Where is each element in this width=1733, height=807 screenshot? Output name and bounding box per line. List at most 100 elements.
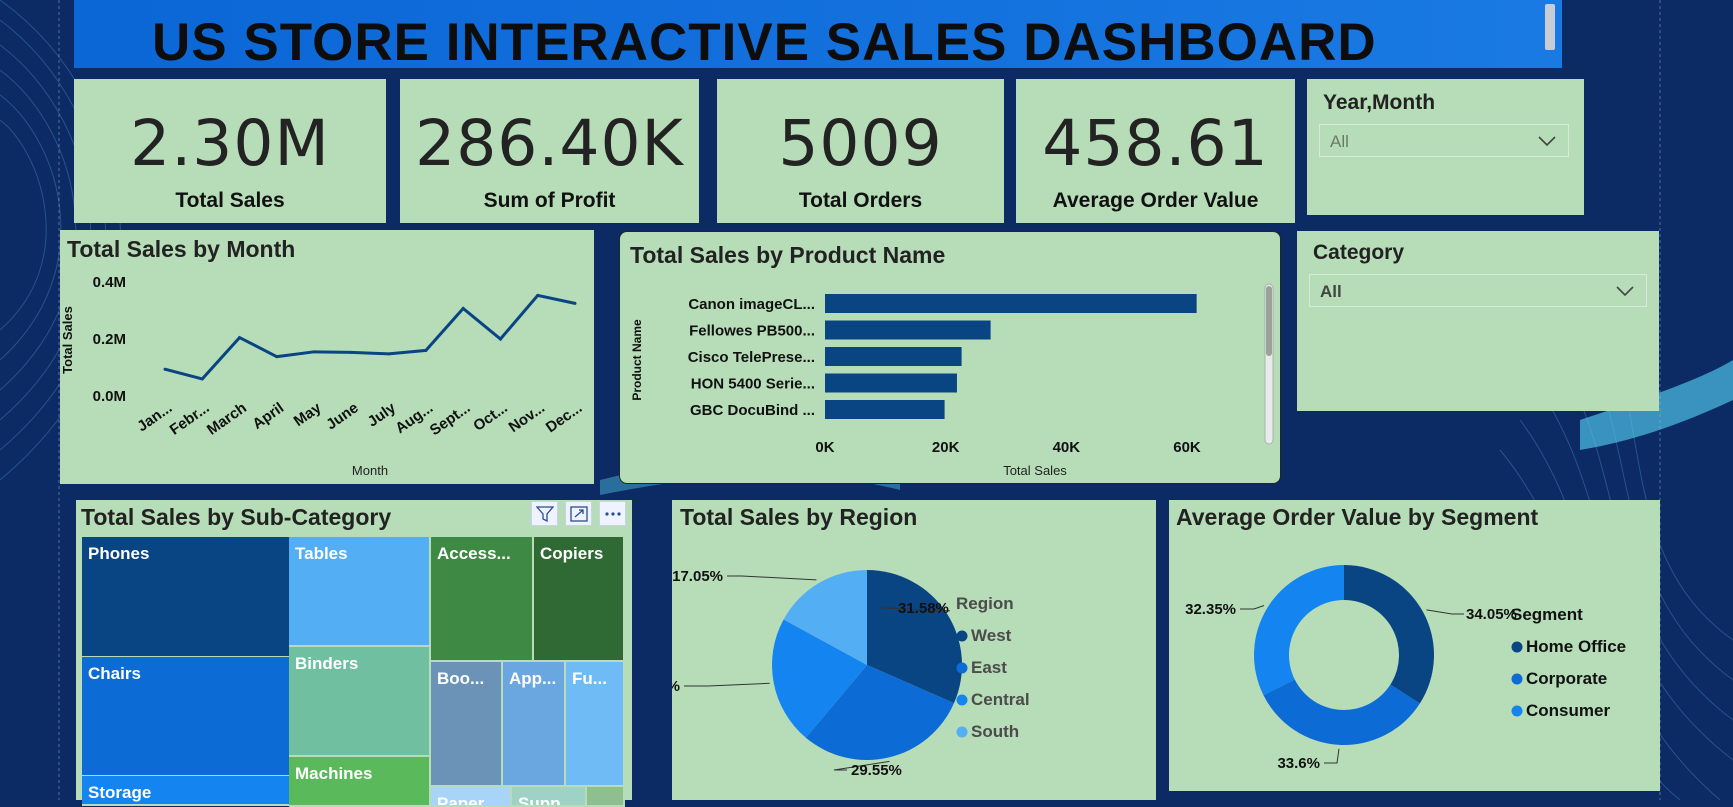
legend-item: Consumer — [1526, 701, 1610, 720]
chart-title: Total Sales by Sub-Category — [81, 504, 392, 530]
treemap-tile[interactable]: App... — [503, 662, 566, 787]
x-axis-label: Month — [352, 463, 388, 478]
x-tick-label: Oct... — [470, 399, 510, 434]
kpi-card-average-order-value[interactable]: 458.61 Average Order Value — [1016, 79, 1295, 223]
data-label: 29.55% — [851, 762, 902, 779]
legend-title: Region — [956, 594, 1014, 613]
legend-item: Corporate — [1526, 669, 1607, 688]
product-bar — [825, 400, 945, 419]
product-bar — [825, 294, 1197, 313]
more-options-icon[interactable] — [599, 501, 626, 526]
x-tick-label: Sept... — [427, 399, 474, 439]
legend-item: South — [971, 722, 1019, 741]
focus-mode-icon[interactable] — [565, 501, 592, 526]
line-point — [349, 350, 353, 354]
x-tick-label: 20K — [932, 439, 960, 456]
legend-marker — [1511, 705, 1523, 717]
leader-line — [1426, 609, 1464, 615]
treemap-tile[interactable]: Access... — [431, 537, 534, 662]
product-bar — [825, 347, 962, 366]
line-point — [498, 337, 502, 341]
y-tick-label: Fellowes PB500... — [689, 323, 815, 340]
category-dropdown[interactable]: All — [1309, 274, 1647, 307]
product-bar — [825, 320, 991, 340]
data-label: 21.82% — [672, 678, 680, 695]
kpi-card-total-orders[interactable]: 5009 Total Orders — [717, 79, 1004, 223]
leader-line — [684, 682, 770, 687]
panel-sales-by-region: Total Sales by Region 31.58%29.55%21.82%… — [672, 500, 1156, 800]
x-axis-label: Total Sales — [1003, 463, 1067, 478]
legend-marker — [956, 662, 968, 674]
bar-chart-sales-by-product[interactable]: Product Name Canon imageCL... Fellowes PB5… — [620, 232, 1282, 485]
dashboard-title: US STORE INTERACTIVE SALES DASHBOARD — [152, 13, 1377, 72]
panel-aov-by-segment: Average Order Value by Segment 34.05% 33.… — [1169, 500, 1660, 791]
kpi-label: Total Sales — [175, 189, 285, 212]
legend-item: West — [971, 626, 1012, 645]
y-tick-label: 0.0M — [93, 388, 126, 405]
treemap-tile[interactable]: Fu... — [566, 662, 625, 787]
treemap-tile[interactable]: Supp... — [512, 787, 587, 807]
kpi-value: 458.61 — [1042, 107, 1269, 180]
leader-line — [727, 575, 817, 581]
legend-marker — [956, 630, 968, 642]
treemap-tile[interactable]: Boo... — [431, 662, 503, 787]
slicer-title: Category — [1313, 241, 1405, 264]
scrollbar-thumb[interactable] — [1545, 4, 1555, 50]
dropdown-value: All — [1320, 282, 1342, 301]
year-month-dropdown[interactable]: All — [1319, 124, 1569, 157]
line-point — [387, 352, 391, 356]
x-tick-label: Dec... — [543, 399, 586, 436]
line-point — [275, 355, 279, 359]
line-point — [200, 377, 204, 381]
line-point — [461, 307, 465, 311]
x-tick-label: 60K — [1173, 439, 1201, 456]
treemap-tile[interactable]: Tables — [289, 537, 431, 647]
y-tick-label: 0.2M — [93, 331, 126, 348]
x-tick-label: May — [291, 399, 325, 430]
data-label: 17.05% — [672, 568, 723, 585]
treemap-tile[interactable]: Paper — [431, 787, 512, 807]
chevron-down-icon — [1616, 286, 1634, 297]
dashboard-title-bar: US STORE INTERACTIVE SALES DASHBOARD — [74, 0, 1562, 72]
line-point — [424, 348, 428, 352]
y-tick-label: Cisco TelePrese... — [688, 349, 815, 366]
treemap-tile[interactable]: Phones — [82, 537, 297, 658]
y-axis-label: Total Sales — [60, 306, 75, 374]
slicer-year-month: Year,Month All — [1307, 79, 1584, 215]
dropdown-value: All — [1330, 132, 1349, 151]
product-bar — [825, 373, 957, 393]
pie-chart-sales-by-region[interactable]: 31.58% 29.55% 21.82% 17.05% Region West East Ce… — [672, 500, 1156, 800]
line-point — [573, 301, 577, 305]
scrollbar-thumb — [1266, 286, 1272, 356]
chevron-down-icon — [1538, 136, 1556, 147]
slice — [1263, 679, 1420, 745]
legend-item: Home Office — [1526, 637, 1626, 656]
panel-sales-by-subcategory: Total Sales by Sub-Category Phones Chair… — [76, 500, 632, 807]
treemap-tile[interactable]: Storage — [82, 776, 297, 806]
y-tick-label: GBC DocuBind ... — [690, 402, 815, 419]
treemap-tile[interactable]: Binders — [289, 647, 431, 757]
data-label: 32.35% — [1185, 601, 1236, 618]
slicer-title: Year,Month — [1323, 91, 1436, 114]
kpi-label: Sum of Profit — [483, 189, 616, 212]
leader-line — [1240, 605, 1265, 610]
donut-chart-aov-by-segment[interactable]: 34.05% 33.6% 32.35% Segment Home Office Corpo… — [1169, 500, 1660, 791]
legend-title: Segment — [1511, 605, 1583, 624]
kpi-card-total-sales[interactable]: 2.30M Total Sales — [74, 79, 386, 223]
x-tick-label: Aug... — [392, 399, 436, 437]
treemap-tile[interactable]: Chairs — [82, 657, 297, 777]
panel-sales-by-month: Total Sales by Month 0.0M 0.2M 0.4M Total S… — [60, 230, 594, 484]
legend-item: East — [971, 658, 1007, 677]
x-tick-label: March — [204, 399, 250, 438]
line-point — [536, 293, 540, 297]
x-tick-label: June — [323, 399, 361, 433]
data-label: 33.6% — [1277, 755, 1320, 772]
kpi-label: Average Order Value — [1052, 189, 1259, 212]
filter-icon[interactable] — [531, 501, 558, 526]
kpi-card-sum-of-profit[interactable]: 286.40K Sum of Profit — [400, 79, 699, 223]
line-point — [238, 336, 242, 340]
slicer-category: Category All — [1297, 231, 1659, 411]
x-tick-label: Nov... — [506, 399, 548, 436]
treemap-tile[interactable]: Copiers — [534, 537, 625, 662]
line-chart-sales-by-month[interactable]: 0.0M0.2M0.4MTotal SalesJan...Febr...Marc… — [60, 230, 594, 484]
